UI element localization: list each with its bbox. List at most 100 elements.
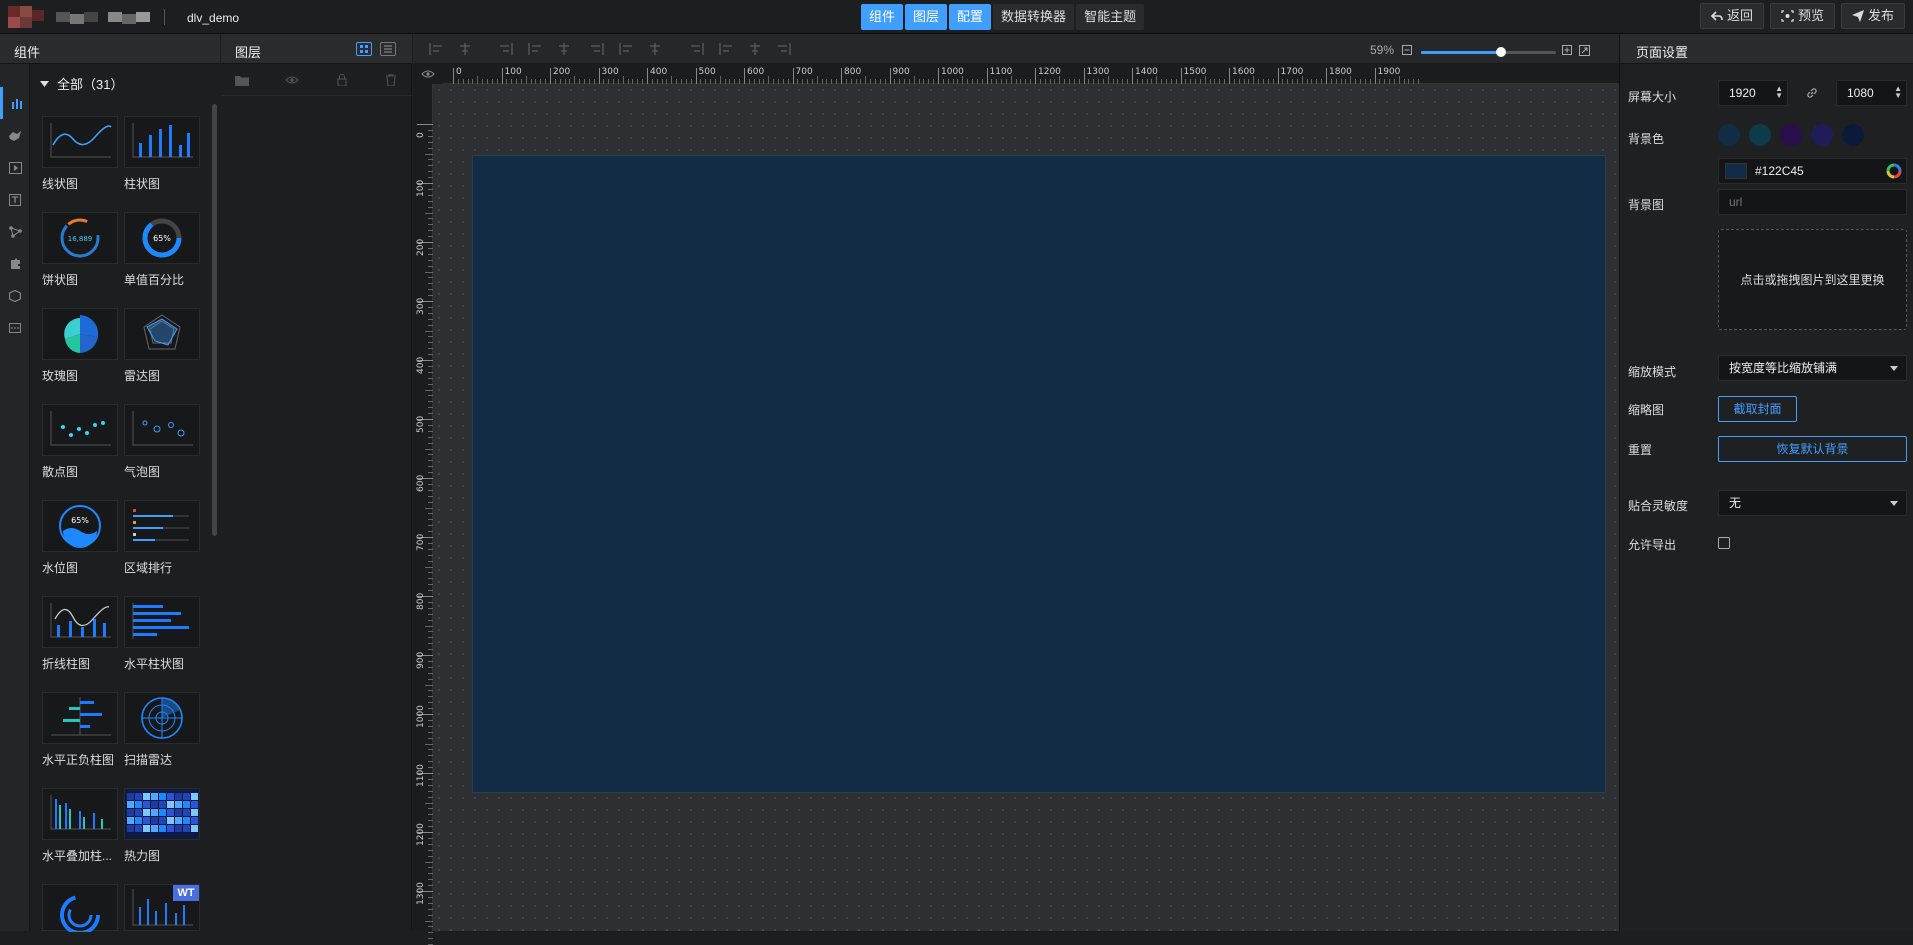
ruler-subtick (428, 348, 433, 350)
heatmap-cell (167, 817, 174, 824)
tab-smart-theme[interactable]: 智能主题 (1076, 4, 1145, 30)
align-tool-icon[interactable] (648, 43, 662, 55)
category-more[interactable] (0, 312, 30, 344)
component-tile[interactable]: 热力图 (124, 788, 200, 864)
component-tile[interactable]: 扫描雷达 (124, 692, 200, 768)
canvas-grid[interactable] (433, 84, 1619, 931)
component-tile[interactable]: WT (124, 884, 200, 931)
back-button[interactable]: 返回 (1699, 3, 1764, 29)
scale-mode-select[interactable]: 按宽度等比缩放铺满 (1718, 355, 1907, 381)
ruler-subtick (428, 336, 433, 338)
line-bar-thumb (42, 596, 118, 648)
ruler-subtick (768, 76, 770, 84)
component-tile[interactable]: 气泡图 (124, 404, 200, 480)
align-tool-icon[interactable] (690, 43, 704, 55)
bg-image-url-input[interactable] (1718, 189, 1907, 215)
eye-icon[interactable] (421, 69, 435, 79)
ruler-subtick (1161, 79, 1163, 84)
category-interaction[interactable] (0, 248, 30, 280)
component-tile[interactable]: 水平正负柱图 (42, 692, 118, 768)
component-tile[interactable]: 水平叠加柱... (42, 788, 118, 864)
snap-sensitivity-select[interactable]: 无 (1718, 490, 1907, 516)
align-tool-icon[interactable] (719, 43, 733, 55)
tab-data-converter[interactable]: 数据转换器 (993, 4, 1075, 30)
bg-color-input[interactable]: #122C45 (1718, 158, 1907, 184)
category-other[interactable] (0, 280, 30, 312)
component-tile[interactable]: 16,889 饼状图 (42, 212, 118, 288)
category-chart[interactable] (0, 87, 30, 119)
tab-config[interactable]: 配置 (949, 4, 992, 30)
allow-export-checkbox[interactable] (1718, 537, 1730, 549)
heatmap-cell (159, 793, 166, 800)
color-swatch[interactable] (1842, 124, 1864, 146)
align-tool-icon[interactable] (429, 43, 443, 55)
color-swatch[interactable] (1811, 124, 1833, 146)
color-swatch[interactable] (1718, 124, 1740, 146)
ruler-subtick (952, 79, 954, 84)
ruler-tick (1180, 68, 1182, 84)
ruler-subtick (1073, 79, 1075, 84)
color-picker-icon[interactable] (1886, 163, 1902, 179)
align-tool-icon[interactable] (557, 43, 571, 55)
capture-cover-button[interactable]: 截取封面 (1718, 396, 1797, 422)
component-tile[interactable]: 柱状图 (124, 116, 200, 192)
align-tool-icon[interactable] (619, 43, 633, 55)
screen-canvas[interactable] (472, 155, 1606, 793)
screen-width-input[interactable]: 1920 ▲ ▼ (1718, 80, 1788, 106)
align-tool-icon[interactable] (748, 43, 762, 55)
component-tile[interactable]: 折线柱图 (42, 596, 118, 672)
component-tile[interactable]: 65% 单值百分比 (124, 212, 200, 288)
height-stepper[interactable]: ▲ ▼ (1894, 85, 1902, 100)
tab-layers[interactable]: 图层 (905, 4, 948, 30)
component-tile[interactable]: 区域排行 (124, 500, 200, 576)
align-tool-icon[interactable] (528, 43, 542, 55)
zoom-slider[interactable] (1421, 47, 1556, 57)
zoom-out-icon[interactable] (1402, 45, 1412, 55)
component-tile[interactable]: 散点图 (42, 404, 118, 480)
color-swatch[interactable] (1749, 124, 1771, 146)
publish-button[interactable]: 发布 (1840, 3, 1905, 29)
color-swatch[interactable] (1780, 124, 1802, 146)
bg-image-upload-area[interactable]: 点击或拖拽图片到这里更换 (1718, 229, 1907, 330)
ruler-subtick (428, 354, 433, 356)
align-tool-icon[interactable] (499, 43, 513, 55)
category-relation[interactable] (0, 216, 30, 248)
ruler-subtick (428, 631, 433, 633)
fit-screen-icon[interactable] (1579, 45, 1590, 56)
preview-button[interactable]: 预览 (1769, 3, 1835, 29)
category-text[interactable] (0, 184, 30, 216)
current-color-preview (1725, 163, 1747, 179)
horizontal-ruler[interactable]: 0 100 200 300 400 500 600 700 800 900 1000 1100 1200… (443, 64, 1619, 84)
list-view-icon[interactable] (380, 42, 396, 56)
restore-default-bg-button[interactable]: 恢复默认背景 (1718, 436, 1907, 462)
component-tile[interactable]: 雷达图 (124, 308, 200, 384)
category-map[interactable] (0, 120, 30, 152)
link-icon[interactable] (1806, 87, 1818, 99)
zoom-slider-handle[interactable] (1495, 47, 1506, 57)
zoom-in-icon[interactable] (1562, 45, 1572, 55)
tab-components[interactable]: 组件 (861, 4, 904, 30)
bg-color-label: 背景色 (1628, 132, 1665, 146)
folder-icon[interactable] (235, 74, 249, 86)
heatmap-cell (143, 817, 150, 824)
vertical-ruler[interactable]: 0 100 200 300 400 500 600 700 800 900 1000 1100 1200… (413, 84, 433, 945)
category-media[interactable] (0, 152, 30, 184)
component-tile[interactable]: 玫瑰图 (42, 308, 118, 384)
component-tile[interactable]: 65% 水位图 (42, 500, 118, 576)
component-tile[interactable]: 线状图 (42, 116, 118, 192)
ruler-subtick (428, 932, 433, 934)
lock-icon[interactable] (335, 74, 349, 86)
component-tile[interactable]: 水平柱状图 (124, 596, 200, 672)
align-tool-icon[interactable] (458, 43, 472, 55)
width-stepper[interactable]: ▲ ▼ (1775, 85, 1783, 100)
align-tool-icon[interactable] (777, 43, 791, 55)
all-category-toggle[interactable]: 全部（31） (40, 74, 123, 93)
trash-icon[interactable] (384, 74, 398, 86)
grid-view-icon[interactable] (356, 42, 372, 56)
eye-icon[interactable] (285, 74, 299, 86)
screen-height-input[interactable]: 1080 ▲ ▼ (1836, 80, 1907, 106)
component-tile[interactable] (42, 884, 118, 935)
components-scrollbar[interactable] (212, 104, 217, 536)
ruler-tick (1374, 68, 1376, 84)
align-tool-icon[interactable] (590, 43, 604, 55)
